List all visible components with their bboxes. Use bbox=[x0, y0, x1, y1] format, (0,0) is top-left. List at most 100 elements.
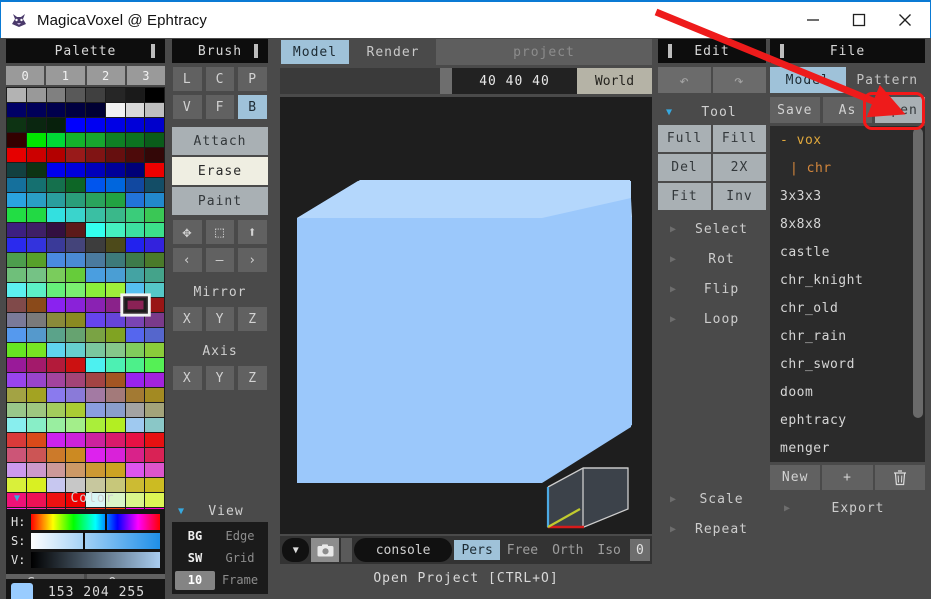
brush-shape-f[interactable]: F bbox=[204, 94, 236, 120]
projection-iso[interactable]: Iso bbox=[590, 540, 627, 560]
palette-swatch[interactable] bbox=[7, 268, 26, 282]
file-list-item[interactable]: chr_knight bbox=[770, 266, 925, 294]
palette-swatch[interactable] bbox=[86, 418, 105, 432]
file-save-button[interactable]: Save bbox=[770, 97, 820, 123]
palette-swatch[interactable] bbox=[26, 283, 46, 297]
palette-swatch[interactable] bbox=[66, 463, 85, 477]
palette-swatch[interactable] bbox=[86, 313, 105, 327]
palette-swatch[interactable] bbox=[46, 328, 66, 342]
palette-swatch[interactable] bbox=[105, 88, 125, 102]
palette-swatch[interactable] bbox=[26, 343, 46, 357]
palette-swatch[interactable] bbox=[145, 163, 164, 177]
palette-swatch[interactable] bbox=[46, 343, 66, 357]
view-panel-header[interactable]: ▼ View bbox=[172, 500, 268, 522]
palette-swatch[interactable] bbox=[125, 88, 145, 102]
panel-grip-icon[interactable] bbox=[780, 44, 784, 58]
palette-swatch[interactable] bbox=[26, 403, 46, 417]
tool-fill[interactable]: Fill bbox=[713, 125, 766, 152]
saturation-slider-row[interactable]: S: bbox=[11, 532, 160, 550]
export-section[interactable]: ▶ Export bbox=[770, 494, 925, 522]
palette-swatch[interactable] bbox=[46, 298, 66, 312]
saturation-knob[interactable] bbox=[82, 532, 85, 550]
palette-swatch[interactable] bbox=[26, 388, 46, 402]
palette-swatch[interactable] bbox=[46, 253, 66, 267]
palette-swatch[interactable] bbox=[46, 193, 66, 207]
palette-swatch[interactable] bbox=[105, 358, 125, 372]
palette-swatch[interactable] bbox=[26, 448, 46, 462]
palette-swatch[interactable] bbox=[105, 268, 125, 282]
project-name-field[interactable]: project bbox=[436, 39, 652, 65]
palette-swatch[interactable] bbox=[7, 343, 26, 357]
palette-swatch[interactable] bbox=[105, 403, 125, 417]
edit-section-loop[interactable]: ▶ Loop bbox=[658, 304, 766, 334]
palette-swatch[interactable] bbox=[7, 298, 26, 312]
palette-swatch[interactable] bbox=[119, 293, 150, 317]
palette-swatch[interactable] bbox=[66, 133, 85, 147]
palette-swatch[interactable] bbox=[86, 403, 105, 417]
file-list-item[interactable]: 3x3x3 bbox=[770, 182, 925, 210]
view-value-frame[interactable]: Frame bbox=[215, 573, 265, 587]
palette-swatch[interactable] bbox=[145, 118, 164, 132]
palette-swatch[interactable] bbox=[86, 268, 105, 282]
palette-swatch[interactable] bbox=[26, 268, 46, 282]
edit-section-scale[interactable]: ▶ Scale bbox=[658, 484, 766, 514]
maximize-button[interactable] bbox=[836, 2, 882, 38]
palette-swatch[interactable] bbox=[125, 388, 145, 402]
palette-swatch[interactable] bbox=[7, 253, 26, 267]
palette-swatch[interactable] bbox=[145, 418, 164, 432]
palette-swatch[interactable] bbox=[66, 373, 85, 387]
view-key-10[interactable]: 10 bbox=[175, 570, 215, 590]
panel-grip-icon[interactable] bbox=[254, 44, 258, 58]
mirror-axis-x[interactable]: X bbox=[172, 306, 203, 332]
palette-swatch[interactable] bbox=[46, 313, 66, 327]
brush-shape-p[interactable]: P bbox=[237, 66, 268, 92]
rgb-values[interactable]: 153 204 255 bbox=[33, 585, 160, 599]
palette-swatch[interactable] bbox=[66, 268, 85, 282]
region-icon[interactable]: ⬚ bbox=[204, 219, 236, 245]
palette-swatch[interactable] bbox=[7, 433, 26, 447]
move-icon[interactable]: ✥ bbox=[172, 219, 203, 245]
palette-swatch[interactable] bbox=[26, 418, 46, 432]
palette-swatch[interactable] bbox=[66, 328, 85, 342]
palette-swatch[interactable] bbox=[145, 133, 164, 147]
brush-shape-b[interactable]: B bbox=[237, 94, 268, 120]
current-color-swatch[interactable] bbox=[11, 582, 33, 599]
palette-swatch[interactable] bbox=[145, 193, 164, 207]
palette-swatch[interactable] bbox=[145, 358, 164, 372]
palette-swatch[interactable] bbox=[125, 328, 145, 342]
palette-swatch[interactable] bbox=[7, 148, 26, 162]
palette-swatch[interactable] bbox=[7, 373, 26, 387]
palette-swatch[interactable] bbox=[46, 433, 66, 447]
file-list[interactable]: - vox | chr 3x3x3 8x8x8 castle chr_knight chr_… bbox=[770, 126, 925, 462]
camera-icon[interactable] bbox=[311, 538, 339, 562]
palette-swatch[interactable] bbox=[7, 403, 26, 417]
palette-swatch[interactable] bbox=[66, 283, 85, 297]
palette-swatch[interactable] bbox=[46, 208, 66, 222]
file-list-item[interactable]: castle bbox=[770, 238, 925, 266]
palette-swatch[interactable] bbox=[125, 178, 145, 192]
palette-swatch[interactable] bbox=[26, 208, 46, 222]
palette-swatch[interactable] bbox=[26, 238, 46, 252]
palette-swatch[interactable] bbox=[46, 268, 66, 282]
console-button[interactable]: console bbox=[353, 538, 453, 562]
palette-swatch[interactable] bbox=[105, 208, 125, 222]
palette-swatch[interactable] bbox=[145, 238, 164, 252]
palette-swatch[interactable] bbox=[46, 283, 66, 297]
palette-swatch[interactable] bbox=[46, 133, 66, 147]
palette-swatch[interactable] bbox=[66, 118, 85, 132]
palette-swatch[interactable] bbox=[26, 223, 46, 237]
palette-swatch[interactable] bbox=[66, 238, 85, 252]
palette-swatch[interactable] bbox=[86, 328, 105, 342]
close-button[interactable] bbox=[882, 2, 928, 38]
palette-swatch[interactable] bbox=[7, 208, 26, 222]
palette-swatch[interactable] bbox=[145, 88, 164, 102]
palette-swatch[interactable] bbox=[66, 208, 85, 222]
palette-swatch[interactable] bbox=[66, 418, 85, 432]
palette-swatch[interactable] bbox=[66, 103, 85, 117]
palette-swatch[interactable] bbox=[26, 313, 46, 327]
view-value-grid[interactable]: Grid bbox=[215, 551, 265, 565]
palette-swatch[interactable] bbox=[66, 313, 85, 327]
axis-z[interactable]: Z bbox=[237, 365, 268, 391]
palette-swatch[interactable] bbox=[26, 463, 46, 477]
palette-swatch[interactable] bbox=[7, 328, 26, 342]
